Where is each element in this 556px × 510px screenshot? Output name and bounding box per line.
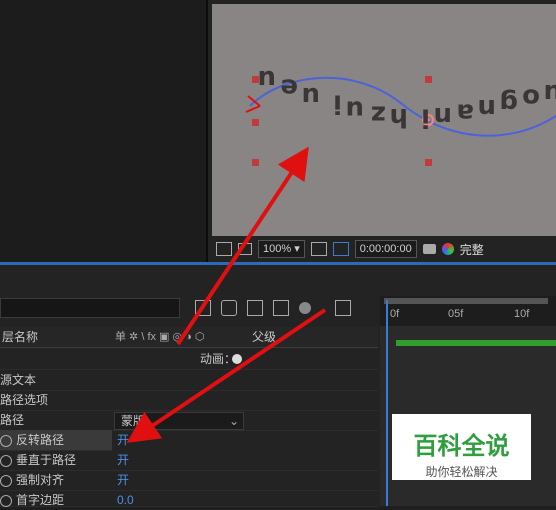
watermark-title: 百科全说 bbox=[413, 433, 510, 460]
arrow-to-reverse-path bbox=[126, 308, 327, 443]
watermark-subtitle: 助你轻松解决 bbox=[425, 465, 498, 479]
watermark-logo: 百科全说 助你轻松解决 bbox=[392, 414, 531, 480]
arrow-to-path-text bbox=[176, 146, 309, 346]
